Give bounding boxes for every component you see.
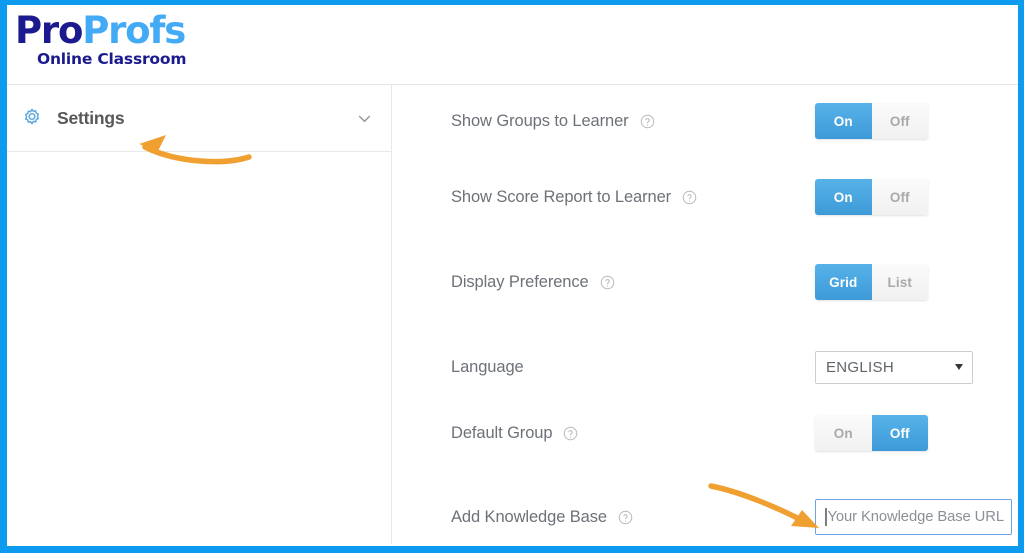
app-header: ProProfs Online Classroom (7, 5, 1018, 85)
logo-text-pro: Pro (15, 9, 82, 52)
sidebar: Settings (7, 85, 392, 544)
help-icon[interactable] (563, 426, 578, 441)
toggle-option-grid[interactable]: Grid (815, 264, 872, 300)
main-body: Settings Show Groups to LearnerOnOffShow… (7, 85, 1018, 544)
setting-label: Show Score Report to Learner (451, 188, 697, 207)
setting-control: Your Knowledge Base URL (815, 499, 1012, 535)
help-icon[interactable] (682, 190, 697, 205)
toggle-on-off[interactable]: OnOff (815, 179, 928, 215)
chevron-down-icon[interactable] (356, 110, 373, 127)
toggle-option-on[interactable]: On (815, 415, 872, 451)
setting-label: Show Groups to Learner (451, 112, 655, 131)
setting-label: Display Preference (451, 273, 615, 292)
setting-control: GridList (815, 264, 928, 300)
logo-text-profs: Profs (82, 9, 185, 52)
toggle-option-on[interactable]: On (815, 179, 872, 215)
setting-control: OnOff (815, 415, 928, 451)
setting-label-text: Add Knowledge Base (451, 508, 607, 527)
setting-row: Show Score Report to Learner OnOff (392, 177, 1018, 217)
app-window-frame: ProProfs Online Classroom Settings (0, 0, 1024, 553)
toggle-on-off[interactable]: OnOff (815, 103, 928, 139)
toggle-on-off[interactable]: OnOff (815, 415, 928, 451)
setting-row: Add Knowledge Base Your Knowledge Base UR… (392, 497, 1018, 537)
knowledge-base-url-placeholder: Your Knowledge Base URL (828, 509, 1004, 525)
toggle-grid-list[interactable]: GridList (815, 264, 928, 300)
setting-row: Language ENGLISH (392, 347, 1018, 387)
setting-label-text: Show Score Report to Learner (451, 188, 671, 207)
setting-control: OnOff (815, 103, 928, 139)
sidebar-item-settings-label: Settings (57, 108, 124, 129)
logo-tagline: Online Classroom (37, 52, 186, 68)
help-icon[interactable] (600, 275, 615, 290)
setting-control: OnOff (815, 179, 928, 215)
setting-label: Default Group (451, 424, 578, 443)
setting-label-text: Language (451, 358, 524, 377)
language-select[interactable]: ENGLISH (815, 351, 973, 384)
setting-label-text: Display Preference (451, 273, 589, 292)
settings-panel: Show Groups to LearnerOnOffShow Score Re… (392, 85, 1018, 544)
app-window: ProProfs Online Classroom Settings (7, 5, 1018, 546)
setting-row: Display Preference GridList (392, 262, 1018, 302)
help-icon[interactable] (640, 114, 655, 129)
toggle-option-on[interactable]: On (815, 103, 872, 139)
logo-wordmark: ProProfs (15, 12, 186, 49)
setting-row: Show Groups to Learner OnOff (392, 101, 1018, 141)
toggle-option-list[interactable]: List (872, 264, 929, 300)
toggle-option-off[interactable]: Off (872, 103, 929, 139)
setting-label: Add Knowledge Base (451, 508, 633, 527)
setting-label-text: Show Groups to Learner (451, 112, 629, 131)
knowledge-base-url-input[interactable]: Your Knowledge Base URL (815, 499, 1012, 535)
help-icon[interactable] (618, 510, 633, 525)
sidebar-item-settings[interactable]: Settings (7, 85, 391, 152)
language-select-value: ENGLISH (826, 359, 894, 376)
setting-label-text: Default Group (451, 424, 552, 443)
setting-row: Default Group OnOff (392, 413, 1018, 453)
toggle-option-off[interactable]: Off (872, 179, 929, 215)
text-cursor (825, 508, 827, 526)
toggle-option-off[interactable]: Off (872, 415, 929, 451)
proprofs-logo[interactable]: ProProfs Online Classroom (15, 12, 186, 68)
setting-label: Language (451, 358, 524, 377)
gear-icon (21, 107, 43, 129)
setting-control: ENGLISH (815, 351, 973, 384)
chevron-down-icon (955, 364, 963, 370)
